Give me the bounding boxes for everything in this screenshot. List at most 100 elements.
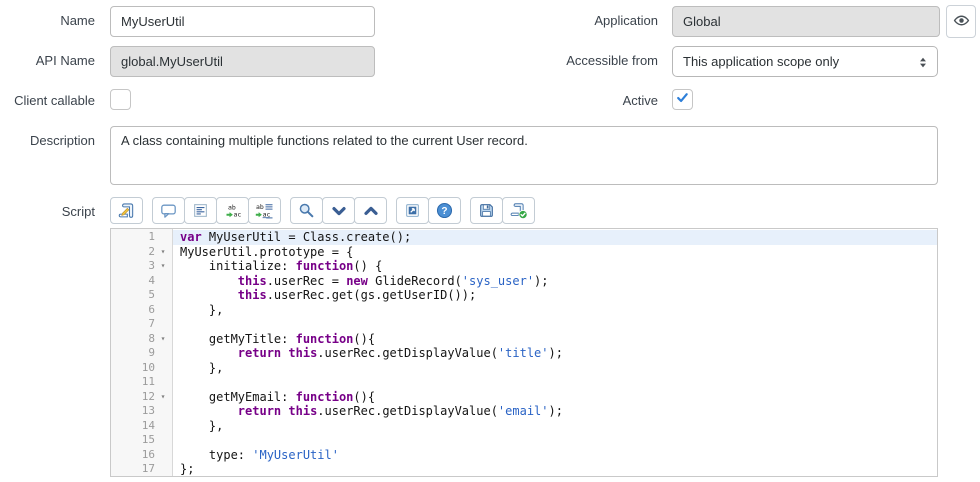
- code-line[interactable]: this.userRec.get(gs.getUserID());: [173, 288, 937, 303]
- code-token: },: [180, 418, 224, 433]
- fold-arrow-icon[interactable]: ▾: [155, 392, 171, 401]
- checkmark-icon: [675, 90, 690, 110]
- keyword-token: new: [346, 273, 368, 288]
- code-line[interactable]: var MyUserUtil = Class.create();: [173, 230, 937, 245]
- svg-text:?: ?: [441, 206, 447, 217]
- code-line[interactable]: [173, 375, 937, 390]
- active-label: Active: [622, 93, 658, 108]
- toolbar-group: [470, 197, 535, 225]
- replace-all-icon: ab ac: [255, 202, 274, 219]
- toolbar-group: ?: [396, 197, 461, 225]
- select-stepper-icon: [916, 55, 930, 73]
- code-token: GlideRecord(: [367, 273, 462, 288]
- search-icon: [298, 202, 315, 219]
- eye-icon: [953, 12, 970, 32]
- code-line[interactable]: },: [173, 361, 937, 376]
- format-code-button[interactable]: [184, 197, 217, 224]
- find-next-icon: [331, 203, 347, 219]
- preview-application-button[interactable]: [946, 5, 976, 38]
- line-number: 12: [141, 389, 155, 403]
- open-in-new-window-button[interactable]: [396, 197, 429, 224]
- replace-icon: ab ac: [224, 202, 242, 219]
- keyword-token: function: [295, 259, 354, 273]
- gutter-row: 5: [111, 288, 172, 303]
- code-token: MyUserUtil.prototype = {: [180, 244, 354, 259]
- line-number: 2: [148, 244, 155, 258]
- active-checkbox[interactable]: [672, 89, 693, 110]
- line-number: 7: [148, 317, 155, 330]
- syntax-check-button[interactable]: [502, 197, 535, 224]
- accessible-from-label: Accessible from: [566, 53, 658, 68]
- string-token: 'title': [497, 346, 549, 360]
- keyword-token: return: [237, 404, 282, 418]
- toggle-comment-button[interactable]: [152, 197, 185, 224]
- string-token: 'sys_user': [461, 273, 535, 288]
- replace-button[interactable]: ab ac: [216, 197, 249, 224]
- code-line[interactable]: },: [173, 303, 937, 318]
- code-token: .userRec.getDisplayValue(: [317, 404, 498, 418]
- fold-arrow-icon[interactable]: ▾: [155, 247, 171, 256]
- line-number: 3: [148, 259, 155, 272]
- code-token: .userRec.getDisplayValue(: [317, 346, 498, 360]
- line-number: 1: [148, 230, 155, 243]
- gutter-row: 17: [111, 462, 172, 476]
- script-code-editor[interactable]: 1 2 ▾ 3 ▾ 4 5 6 7 8 ▾ 9 10 11 12 ▾ 13 14 15 16 17 var MyUser…: [110, 228, 938, 477]
- find-next-button[interactable]: [322, 197, 355, 224]
- code-line[interactable]: type: 'MyUserUtil': [173, 448, 937, 463]
- script-include-form: Name Application API Name Accessible fro…: [0, 0, 980, 482]
- fold-arrow-icon[interactable]: ▾: [155, 334, 171, 343]
- editor-code-area[interactable]: var MyUserUtil = Class.create(); MyUserUt…: [173, 229, 937, 476]
- save-button[interactable]: [470, 197, 503, 224]
- code-line[interactable]: [173, 433, 937, 448]
- gutter-row: 6: [111, 303, 172, 318]
- edit-script-button[interactable]: [110, 197, 143, 224]
- keyword-token: function: [295, 389, 354, 404]
- code-line[interactable]: return this.userRec.getDisplayValue('ema…: [173, 404, 937, 419]
- search-button[interactable]: [290, 197, 323, 224]
- string-token: 'MyUserUtil': [252, 447, 339, 462]
- keyword-token: this: [288, 346, 318, 360]
- gutter-row: 11: [111, 375, 172, 390]
- code-line[interactable]: return this.userRec.getDisplayValue('tit…: [173, 346, 937, 361]
- api-name-input[interactable]: [110, 46, 375, 77]
- help-icon: ?: [436, 202, 453, 219]
- code-token: getMyTitle:: [180, 331, 296, 346]
- name-input[interactable]: [110, 6, 375, 37]
- help-button[interactable]: ?: [428, 197, 461, 224]
- code-line[interactable]: [173, 317, 937, 332]
- application-input[interactable]: [672, 6, 940, 37]
- code-line[interactable]: getMyTitle: function(){: [173, 332, 937, 347]
- code-token: },: [180, 302, 224, 317]
- line-number: 4: [148, 273, 155, 287]
- gutter-row: 8 ▾: [111, 332, 172, 347]
- code-token: (){: [353, 331, 376, 346]
- code-line[interactable]: initialize: function() {: [173, 259, 937, 274]
- gutter-row: 16: [111, 448, 172, 463]
- replace-all-button[interactable]: ab ac: [248, 197, 281, 224]
- gutter-row: 9: [111, 346, 172, 361]
- code-token: );: [548, 404, 563, 418]
- save-icon: [478, 202, 495, 219]
- keyword-token: this: [237, 288, 267, 302]
- code-line[interactable]: this.userRec = new GlideRecord('sys_user…: [173, 274, 937, 289]
- code-line[interactable]: };: [173, 462, 937, 476]
- line-number: 11: [141, 375, 155, 388]
- line-number: 17: [141, 462, 155, 475]
- fold-arrow-icon[interactable]: ▾: [155, 262, 171, 270]
- code-line[interactable]: MyUserUtil.prototype = {: [173, 245, 937, 260]
- code-token: .userRec =: [266, 273, 347, 288]
- format-code-icon: [192, 202, 209, 219]
- code-line[interactable]: getMyEmail: function(){: [173, 390, 937, 405]
- description-textarea[interactable]: A class containing multiple functions re…: [110, 126, 938, 185]
- gutter-row: 14: [111, 419, 172, 434]
- find-previous-button[interactable]: [354, 197, 387, 224]
- script-editor-toolbar: ab ac ab ac?: [110, 197, 535, 225]
- accessible-from-select[interactable]: This application scope only: [672, 46, 938, 77]
- gutter-row: 12 ▾: [111, 390, 172, 405]
- code-line[interactable]: },: [173, 419, 937, 434]
- keyword-token: return: [237, 346, 282, 360]
- client-callable-checkbox[interactable]: [110, 89, 131, 110]
